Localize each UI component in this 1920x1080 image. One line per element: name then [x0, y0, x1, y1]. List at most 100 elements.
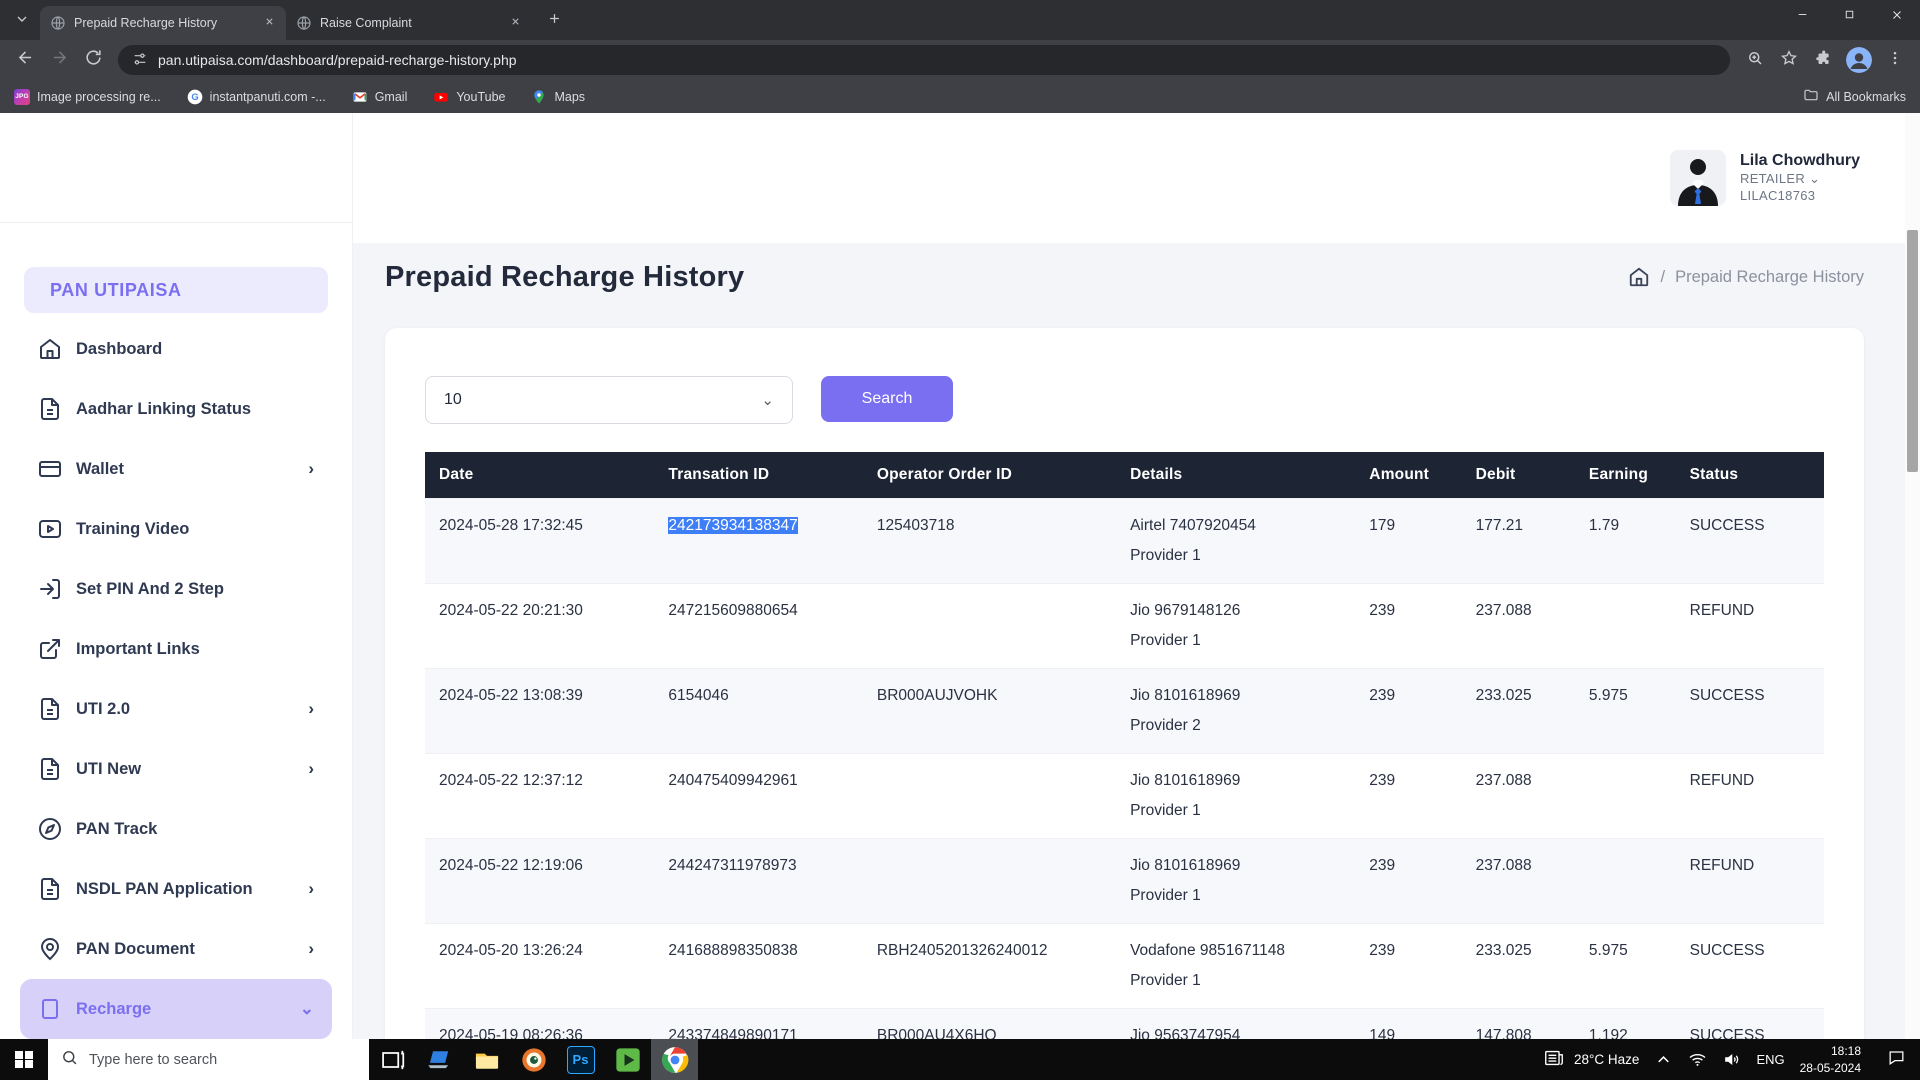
- cell-date: 2024-05-22 20:21:30: [425, 584, 654, 669]
- media-player-button[interactable]: [604, 1039, 651, 1080]
- table-row: 2024-05-22 12:37:12 240475409942961 Jio …: [425, 754, 1824, 839]
- bookmark-item[interactable]: Maps: [531, 89, 585, 105]
- profile-avatar-button[interactable]: [1846, 47, 1872, 73]
- cell-amount: 239: [1355, 924, 1461, 1009]
- sidebar-item[interactable]: Recharge ⌄: [20, 979, 332, 1039]
- sidebar-item[interactable]: Training Video: [20, 499, 332, 559]
- cell-details: Airtel 7407920454 Provider 1: [1116, 499, 1355, 584]
- window-controls: [1779, 0, 1920, 34]
- sidebar-item-label: Recharge: [76, 1000, 151, 1019]
- tab-close-button[interactable]: [261, 15, 278, 32]
- cell-details: Jio 8101618969 Provider 2: [1116, 669, 1355, 754]
- action-center-button[interactable]: [1876, 1048, 1916, 1072]
- file-explorer-button[interactable]: [463, 1039, 510, 1080]
- zoom-button[interactable]: [1740, 45, 1770, 75]
- user-profile[interactable]: Lila Chowdhury RETAILER ⌄ LILAC18763: [1670, 150, 1860, 206]
- sidebar-item[interactable]: Wallet ›: [20, 439, 332, 499]
- weather-widget[interactable]: 28°C Haze: [1543, 1047, 1639, 1072]
- file-icon: [38, 877, 62, 901]
- chevron-down-icon: [14, 11, 30, 32]
- cell-details: Vodafone 9851671148 Provider 1: [1116, 924, 1355, 1009]
- search-button[interactable]: Search: [821, 376, 953, 422]
- table-row: 2024-05-28 17:32:45 242173934138347 1254…: [425, 499, 1824, 584]
- language-indicator[interactable]: ENG: [1756, 1052, 1784, 1067]
- cell-operator-order-id: [863, 754, 1116, 839]
- page-size-select[interactable]: 10 ⌄: [425, 376, 793, 424]
- user-id: LILAC18763: [1740, 188, 1860, 205]
- sidebar-item-label: Dashboard: [76, 340, 162, 359]
- window-close-button[interactable]: [1873, 0, 1920, 34]
- bookmark-item[interactable]: YouTube: [433, 89, 505, 105]
- user-role[interactable]: RETAILER ⌄: [1740, 171, 1860, 188]
- sidebar-item[interactable]: Important Links: [20, 619, 332, 679]
- table-controls: 10 ⌄ Search: [425, 376, 1824, 424]
- column-header: Date: [425, 452, 654, 499]
- column-header: Operator Order ID: [863, 452, 1116, 499]
- browser-tab[interactable]: Raise Complaint: [286, 6, 532, 40]
- sidebar-item[interactable]: Dashboard: [20, 319, 332, 379]
- scrollbar-thumb[interactable]: [1907, 230, 1918, 472]
- browser-menu-button[interactable]: [1880, 45, 1910, 75]
- pc-app-button[interactable]: [416, 1039, 463, 1080]
- sidebar-item[interactable]: PAN Document ›: [20, 919, 332, 979]
- close-icon: [263, 15, 276, 31]
- window-maximize-button[interactable]: [1826, 0, 1873, 34]
- cell-date: 2024-05-22 12:19:06: [425, 839, 654, 924]
- all-bookmarks-label: All Bookmarks: [1826, 90, 1906, 104]
- cell-earning: 1.192: [1575, 1009, 1676, 1040]
- bookmark-item[interactable]: G instantpanuti.com -...: [187, 89, 326, 105]
- brand-logo[interactable]: PAN UTIPAISA: [24, 267, 328, 313]
- chrome-button[interactable]: [651, 1039, 698, 1080]
- bookmark-star-button[interactable]: [1774, 45, 1804, 75]
- page-scrollbar[interactable]: [1905, 113, 1920, 1039]
- reload-button[interactable]: [78, 45, 108, 75]
- window-minimize-button[interactable]: [1779, 0, 1826, 34]
- tab-close-button[interactable]: [507, 15, 524, 32]
- tray-expand-icon[interactable]: [1654, 1050, 1673, 1069]
- browser-tab[interactable]: Prepaid Recharge History: [40, 6, 286, 40]
- sidebar-item[interactable]: Set PIN And 2 Step: [20, 559, 332, 619]
- explorer-icon: [473, 1046, 501, 1074]
- taskbar-search[interactable]: Type here to search: [48, 1039, 369, 1080]
- back-button[interactable]: [10, 45, 40, 75]
- compass-icon: [38, 817, 62, 841]
- extensions-button[interactable]: [1808, 45, 1838, 75]
- sidebar-item[interactable]: PAN Track: [20, 799, 332, 859]
- viewer-app-button[interactable]: [510, 1039, 557, 1080]
- photoshop-button[interactable]: Ps: [557, 1039, 604, 1080]
- sidebar-item[interactable]: UTI New ›: [20, 739, 332, 799]
- bookmark-item[interactable]: Gmail: [352, 89, 408, 105]
- task-view-button[interactable]: [369, 1039, 416, 1080]
- bookmark-item[interactable]: JPG Image processing re...: [14, 89, 161, 105]
- sidebar-item[interactable]: Aadhar Linking Status: [20, 379, 332, 439]
- all-bookmarks-button[interactable]: All Bookmarks: [1803, 87, 1906, 106]
- new-tab-button[interactable]: [540, 7, 568, 35]
- reload-icon: [84, 48, 103, 72]
- home-icon[interactable]: [1628, 266, 1650, 288]
- cell-operator-order-id: 125403718: [863, 499, 1116, 584]
- cell-transaction-id: 241688898350838: [654, 924, 862, 1009]
- sidebar-item-label: PAN Document: [76, 940, 195, 959]
- taskbar-clock[interactable]: 18:18 28-05-2024: [1800, 1043, 1861, 1075]
- page-topbar: Lila Chowdhury RETAILER ⌄ LILAC18763: [353, 113, 1920, 243]
- address-bar[interactable]: pan.utipaisa.com/dashboard/prepaid-recha…: [118, 45, 1730, 75]
- forward-button[interactable]: [44, 45, 74, 75]
- cell-transaction-id: 242173934138347: [654, 499, 862, 584]
- cell-details: Jio 8101618969 Provider 1: [1116, 754, 1355, 839]
- sidebar-item[interactable]: UTI 2.0 ›: [20, 679, 332, 739]
- sidebar-item[interactable]: NSDL PAN Application ›: [20, 859, 332, 919]
- start-button[interactable]: [0, 1039, 48, 1080]
- volume-icon[interactable]: [1722, 1050, 1741, 1069]
- cell-transaction-id: 240475409942961: [654, 754, 862, 839]
- tab-search-button[interactable]: [8, 7, 36, 35]
- page-title: Prepaid Recharge History: [385, 261, 744, 294]
- weather-text: 28°C Haze: [1574, 1052, 1639, 1067]
- table-header-row: DateTransation IDOperator Order IDDetail…: [425, 452, 1824, 499]
- wifi-icon[interactable]: [1688, 1050, 1707, 1069]
- laptop-icon: [426, 1046, 454, 1074]
- column-header: Details: [1116, 452, 1355, 499]
- site-settings-icon[interactable]: [132, 51, 148, 70]
- cell-debit: 237.088: [1462, 839, 1575, 924]
- cell-debit: 147.808: [1462, 1009, 1575, 1040]
- chevron-icon: ›: [308, 459, 314, 479]
